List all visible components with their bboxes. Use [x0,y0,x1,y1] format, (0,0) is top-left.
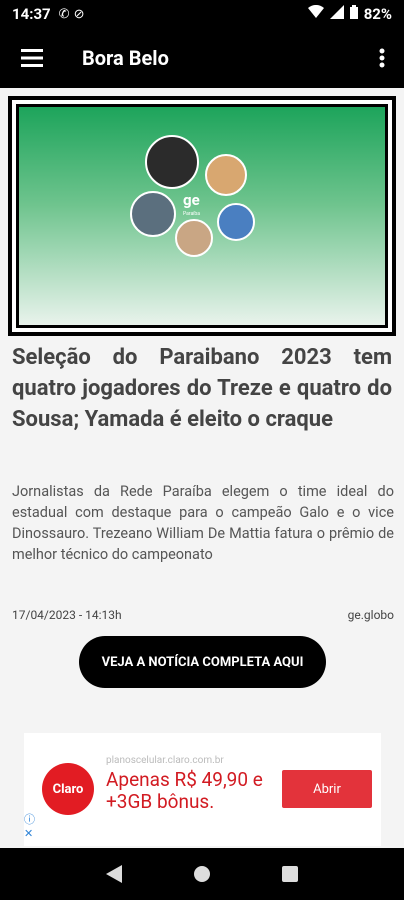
hamburger-icon [21,49,43,67]
article-date: 17/04/2023 - 14:13h [12,608,122,622]
menu-button[interactable] [0,28,64,88]
article-content: ge Paraíba Seleção do Paraibano 2023 tem… [0,88,404,848]
status-time: 14:37 [12,5,51,23]
article-meta: 17/04/2023 - 14:13h ge.globo [12,608,394,622]
ad-offer-text: Apenas R$ 49,90 e +3GB bônus. [106,768,263,813]
status-bar: 14:37 ✆ ⊘ 82% [0,0,404,28]
whatsapp-icon: ✆ [58,6,70,22]
signal-icon [329,5,344,23]
player-photo [145,135,199,189]
battery-icon [349,5,358,23]
wifi-icon [307,4,324,23]
blocked-icon: ⊘ [73,6,85,22]
system-nav-bar [0,848,404,900]
claro-logo: Claro [42,763,94,815]
article-headline[interactable]: Seleção do Paraibano 2023 tem quatro jog… [12,342,392,435]
back-icon[interactable] [106,865,122,883]
player-photo [217,203,255,241]
overflow-menu-button[interactable] [360,28,404,88]
players-collage: ge Paraíba [19,107,385,325]
app-title: Bora Belo [82,46,169,70]
ad-open-button[interactable]: Abrir [282,770,372,808]
ad-banner[interactable]: Claro planoscelular.claro.com.br Apenas … [24,733,381,846]
read-full-article-button[interactable]: VEJA A NOTÍCIA COMPLETA AQUI [79,636,326,688]
ge-logo: ge Paraíba [183,191,200,218]
app-bar: Bora Belo [0,28,404,88]
more-vertical-icon [379,48,385,68]
article-summary: Jornalistas da Rede Paraíba elegem o tim… [12,483,394,563]
player-photo [130,191,176,237]
article-source: ge.globo [347,608,394,622]
article-image[interactable]: ge Paraíba [8,96,396,336]
battery-level: 82% [363,5,392,23]
status-right: 82% [307,4,392,23]
ad-choices-icon[interactable]: ⓘ ✕ [24,811,38,840]
ad-url: planoscelular.claro.com.br [106,755,224,766]
player-photo [205,154,247,196]
player-photo [175,219,213,257]
recents-icon[interactable] [282,866,298,882]
notification-icons: ✆ ⊘ [59,7,85,22]
home-icon[interactable] [194,866,210,882]
